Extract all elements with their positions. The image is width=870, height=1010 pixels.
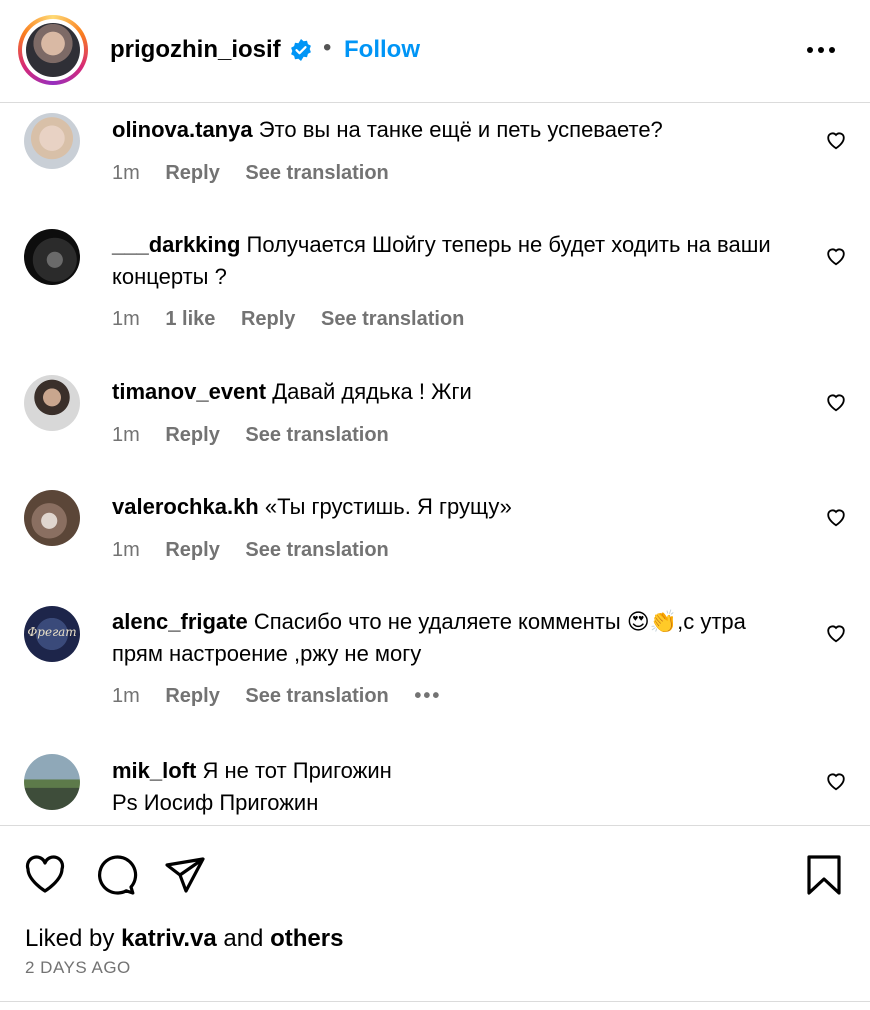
comment-username[interactable]: ___darkking (112, 232, 240, 257)
comment-text: alenc_frigate Спасибо что не удаляете ко… (112, 606, 792, 670)
heart-icon[interactable] (825, 506, 847, 528)
comment-meta: 1m Reply See translation (112, 424, 409, 447)
comment-time: 1m (112, 162, 140, 184)
post-timestamp[interactable]: 2 DAYS AGO (25, 958, 131, 978)
comment-username[interactable]: valerochka.kh (112, 494, 259, 519)
comment-meta: 1m Reply See translation ••• (112, 685, 461, 708)
comment-text: olinova.tanya Это вы на танке ещё и петь… (112, 114, 792, 146)
comment-body: «Ты грустишь. Я грущу» (264, 494, 512, 519)
reply-button[interactable]: Reply (241, 308, 295, 330)
liked-user-link[interactable]: katriv.va (121, 925, 217, 952)
comment-text: ___darkking Получается Шойгу теперь не б… (112, 229, 792, 293)
share-icon[interactable] (163, 853, 207, 897)
heart-icon[interactable] (825, 622, 847, 644)
comment-username[interactable]: alenc_frigate (112, 609, 248, 634)
comment-body: Я не тот Пригожин (202, 758, 392, 783)
comment-meta: 1m Reply See translation (112, 539, 409, 562)
comment-icon[interactable] (94, 853, 138, 897)
verified-badge-icon (291, 39, 311, 61)
comment-likes[interactable]: 1 like (165, 308, 215, 330)
commenter-avatar[interactable] (24, 375, 80, 431)
comment-body: Давай дядька ! Жги (272, 379, 472, 404)
commenter-avatar[interactable]: Фрегат (24, 606, 80, 662)
reply-button[interactable]: Reply (165, 424, 219, 446)
profile-photo (26, 23, 80, 77)
divider (0, 1001, 870, 1002)
comment-meta: 1m 1 like Reply See translation (112, 308, 484, 331)
comment-time: 1m (112, 539, 140, 561)
see-translation-button[interactable]: See translation (245, 685, 388, 707)
post-header: prigozhin_iosif • Follow (0, 0, 870, 103)
liked-others-link[interactable]: others (270, 925, 343, 952)
comments-list[interactable]: olinova.tanya Это вы на танке ещё и петь… (0, 103, 870, 825)
comment-body: Это вы на танке ещё и петь успеваете? (258, 117, 663, 142)
comment-time: 1m (112, 308, 140, 330)
heart-icon[interactable] (825, 245, 847, 267)
heart-icon[interactable] (825, 391, 847, 413)
see-translation-button[interactable]: See translation (245, 539, 388, 561)
commenter-avatar[interactable] (24, 490, 80, 546)
heart-icon[interactable] (825, 770, 847, 792)
follow-button[interactable]: Follow (344, 36, 420, 64)
see-translation-button[interactable]: See translation (245, 162, 388, 184)
see-translation-button[interactable]: See translation (321, 308, 464, 330)
commenter-avatar[interactable] (24, 229, 80, 285)
comment-text: valerochka.kh «Ты грустишь. Я грущу» (112, 491, 792, 523)
comment-text: mik_loft Я не тот Пригожин Ps Иосиф Приг… (112, 755, 792, 819)
comment-username[interactable]: olinova.tanya (112, 117, 253, 142)
heart-icon[interactable] (23, 853, 67, 897)
header-separator: • (323, 34, 332, 61)
reply-button[interactable]: Reply (165, 539, 219, 561)
more-options-icon[interactable] (806, 38, 836, 62)
reply-button[interactable]: Reply (165, 685, 219, 707)
heart-icon[interactable] (825, 129, 847, 151)
comment-time: 1m (112, 685, 140, 707)
reply-button[interactable]: Reply (165, 162, 219, 184)
comment-text: timanov_event Давай дядька ! Жги (112, 376, 792, 408)
comment-username[interactable]: mik_loft (112, 758, 196, 783)
liked-and: and (216, 925, 271, 952)
header-username[interactable]: prigozhin_iosif (110, 36, 281, 64)
comment-more-options[interactable]: ••• (414, 685, 441, 707)
post-actions: Liked by katriv.va and others 2 DAYS AGO (0, 825, 870, 1010)
commenter-avatar[interactable] (24, 113, 80, 169)
avatar-logo-text: Фрегат (27, 625, 77, 639)
bookmark-icon[interactable] (802, 853, 846, 897)
comment-time: 1m (112, 424, 140, 446)
comment-body-line2: Ps Иосиф Пригожин (112, 790, 319, 815)
liked-by-text: Liked by katriv.va and others (25, 925, 343, 953)
commenter-avatar[interactable] (24, 754, 80, 810)
liked-prefix: Liked by (25, 925, 122, 952)
see-translation-button[interactable]: See translation (245, 424, 388, 446)
comment-meta: 1m Reply See translation (112, 162, 409, 185)
comment-username[interactable]: timanov_event (112, 379, 266, 404)
profile-avatar[interactable] (18, 15, 88, 85)
